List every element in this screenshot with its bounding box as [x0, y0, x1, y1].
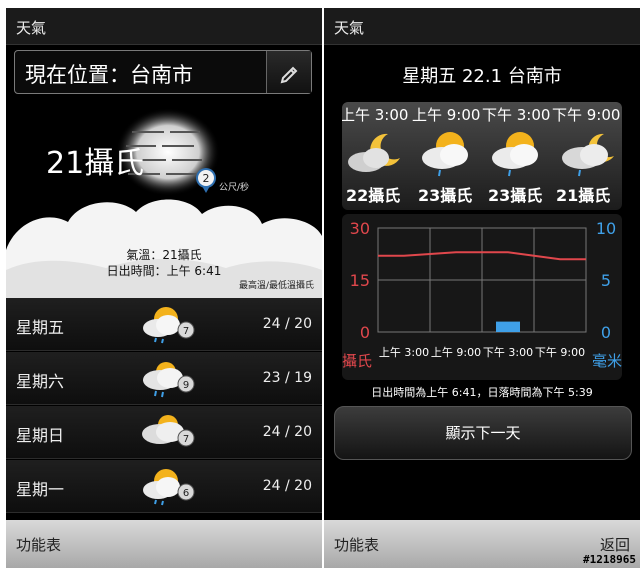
forecast-wind: 6: [183, 488, 189, 499]
hourly-forecast-panel: 上午 3:00 上午 9:00 下午 3:00 下午 9:00 22攝氏 23攝…: [342, 102, 622, 210]
watermark: #1218965: [583, 553, 636, 566]
location-label: 現在位置：台南市: [25, 63, 193, 87]
forecast-day: 星期一: [16, 480, 65, 499]
right-axis-label: 毫米: [592, 352, 622, 370]
hourly-temp: 23攝氏: [418, 186, 473, 205]
current-wind-value: 2: [203, 172, 210, 185]
title-bar: 天氣: [324, 8, 640, 45]
forecast-hilo: 24 / 20: [262, 424, 312, 440]
hi-lo-note: 最高溫/最低溫攝氏: [238, 281, 314, 291]
menu-softkey[interactable]: 功能表: [334, 534, 379, 555]
forecast-day: 星期六: [16, 372, 65, 391]
title-bar: 天氣: [6, 8, 322, 45]
x-axis-tick: 上午 9:00: [431, 346, 481, 359]
next-day-label: 顯示下一天: [445, 424, 521, 442]
moon-cloud-rain-icon: [562, 133, 614, 177]
x-axis-tick: 上午 3:00: [379, 346, 429, 359]
forecast-hilo: 24 / 20: [262, 316, 312, 332]
forecast-wind: 7: [183, 326, 189, 337]
sunrise-text: 日出時間：上午 6:41: [106, 264, 222, 278]
forecast-row-mon[interactable]: 星期一 6 24 / 20: [6, 460, 322, 513]
sun-cloud-rain-icon: 6: [143, 469, 195, 506]
app-title: 天氣: [16, 19, 47, 37]
left-axis-tick: 30: [350, 219, 370, 238]
edit-location-button[interactable]: [266, 51, 311, 93]
x-axis-tick: 下午 3:00: [483, 346, 533, 359]
weather-main-screen: 天氣 現在位置：台南市 21攝氏 2 公尺/秒 氣溫：21攝氏 日出時間：上午 …: [6, 8, 322, 568]
hourly-temp: 21攝氏: [556, 186, 611, 205]
forecast-wind: 7: [183, 434, 189, 445]
sunrise-sunset-text: 日出時間為上午 6:41，日落時間為下午 5:39: [371, 386, 593, 399]
pencil-icon: [280, 66, 298, 84]
hourly-time: 上午 3:00: [342, 106, 409, 124]
x-axis-tick: 下午 9:00: [535, 346, 585, 359]
left-axis-label: 攝氏: [342, 352, 372, 370]
hourly-time: 下午 9:00: [552, 106, 621, 124]
forecast-day: 星期日: [16, 426, 65, 445]
cloud-rain-icon: 9: [143, 362, 195, 398]
right-axis-tick: 10: [596, 219, 616, 238]
sun-cloud-rain-icon: 7: [143, 307, 195, 344]
hourly-time: 下午 3:00: [482, 106, 551, 124]
forecast-wind: 9: [183, 380, 189, 391]
forecast-hilo: 24 / 20: [262, 478, 312, 494]
current-conditions: 21攝氏 2 公尺/秒 氣溫：21攝氏 日出時間：上午 6:41 最高溫/最低溫…: [6, 100, 322, 298]
app-title: 天氣: [334, 19, 365, 37]
chart-canvas: 30 15 0 10 5 0 上午 3:00 上午 9:00 下午 3:00 下午 9:00 攝氏 毫…: [342, 219, 622, 370]
sun-cloud-rain-icon: [422, 132, 468, 177]
next-day-button[interactable]: 顯示下一天: [334, 406, 632, 460]
menu-softkey[interactable]: 功能表: [16, 534, 61, 555]
right-axis-tick: 0: [601, 323, 611, 342]
cloudy-icon: 7: [142, 415, 195, 447]
location-field[interactable]: 現在位置：台南市: [14, 50, 312, 94]
detail-date-title: 星期五 22.1 台南市: [402, 66, 562, 87]
forecast-day: 星期五: [16, 318, 65, 337]
left-axis-tick: 15: [350, 271, 370, 290]
sun-cloud-rain-icon: [492, 132, 538, 177]
moon-cloud-icon: [348, 133, 400, 172]
right-axis-tick: 5: [601, 271, 611, 290]
wind-icon: 2: [196, 168, 216, 193]
temp-rain-chart: 30 15 0 10 5 0 上午 3:00 上午 9:00 下午 3:00 下午 9:00 攝氏 毫…: [342, 214, 622, 380]
forecast-row-fri[interactable]: 星期五 7 24 / 20: [6, 298, 322, 351]
hourly-temp: 23攝氏: [488, 186, 543, 205]
hourly-temp: 22攝氏: [346, 186, 401, 205]
current-temperature: 21攝氏: [46, 146, 145, 181]
left-axis-tick: 0: [360, 323, 370, 342]
softkey-bar: 功能表: [6, 520, 322, 568]
forecast-hilo: 23 / 19: [262, 370, 312, 386]
rain-bar: [496, 321, 520, 332]
hourly-time: 上午 9:00: [412, 106, 481, 124]
back-softkey[interactable]: 返回: [600, 534, 630, 555]
weather-detail-screen: 天氣 星期五 22.1 台南市 上午 3:00 上午 9:00 下午 3:00 …: [324, 8, 640, 568]
feels-like-text: 氣溫：21攝氏: [126, 248, 202, 262]
forecast-row-sun[interactable]: 星期日 7 24 / 20: [6, 406, 322, 459]
wind-unit: 公尺/秒: [219, 183, 250, 193]
forecast-row-sat[interactable]: 星期六 9 23 / 19: [6, 352, 322, 405]
